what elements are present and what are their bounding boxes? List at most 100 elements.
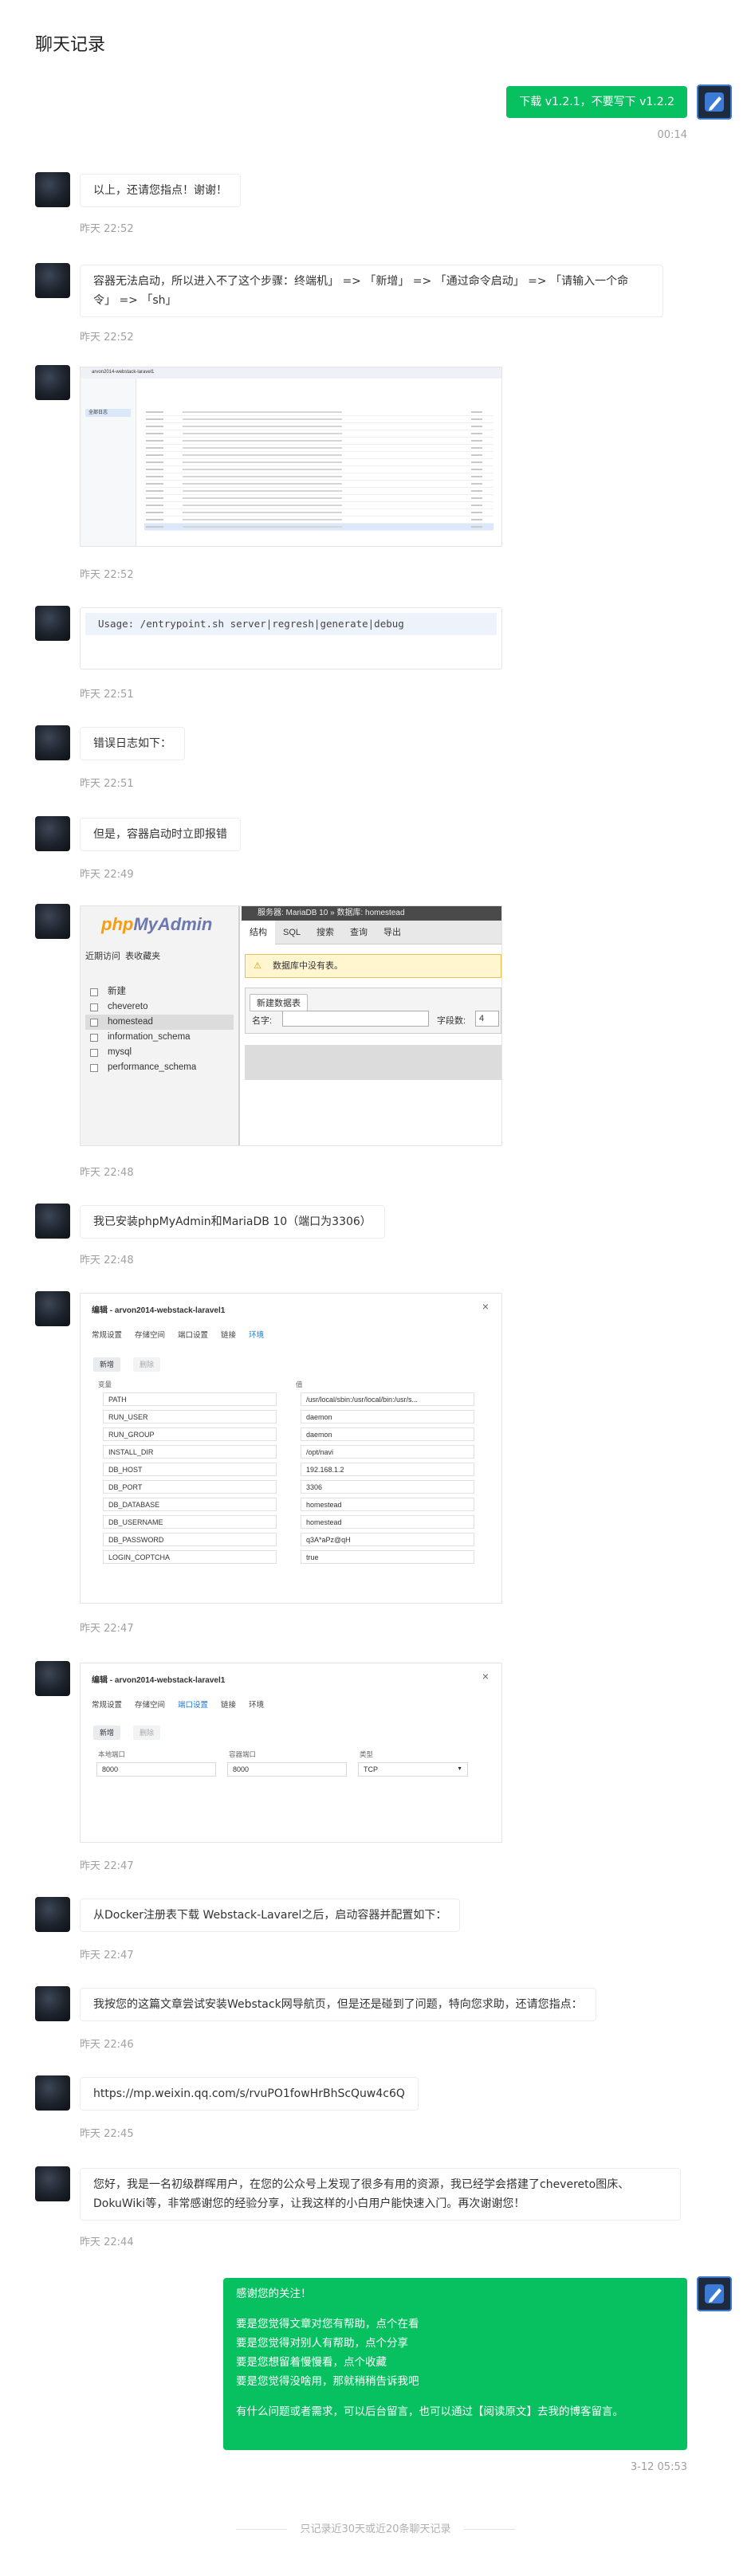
env-value[interactable]: homestead bbox=[301, 1515, 474, 1529]
env-variable[interactable]: RUN_USER bbox=[103, 1410, 277, 1423]
contact-avatar[interactable] bbox=[35, 1661, 70, 1696]
env-value[interactable]: /opt/navi bbox=[301, 1445, 474, 1459]
env-value[interactable]: 3306 bbox=[301, 1480, 474, 1494]
tab-environment[interactable]: 环境 bbox=[249, 1698, 264, 1710]
env-value[interactable]: /usr/local/sbin:/usr/local/bin:/usr/s... bbox=[301, 1392, 474, 1406]
tree-item[interactable]: performance_schema bbox=[85, 1060, 234, 1075]
env-row[interactable]: DB_DATABASE homestead bbox=[95, 1498, 474, 1512]
env-row[interactable]: DB_PORT 3306 bbox=[95, 1480, 474, 1494]
env-row[interactable]: DB_PASSWORD q3A*aPz@qH bbox=[95, 1533, 474, 1547]
contact-avatar[interactable] bbox=[35, 1897, 70, 1932]
env-row[interactable]: LOGIN_COPTCHA true bbox=[95, 1550, 474, 1565]
env-variable[interactable]: DB_DATABASE bbox=[103, 1498, 277, 1511]
column-header-variable: 变量 bbox=[98, 1380, 112, 1388]
tab-links[interactable]: 链接 bbox=[221, 1698, 236, 1710]
env-value[interactable]: 192.168.1.2 bbox=[301, 1463, 474, 1476]
env-variable[interactable]: PATH bbox=[103, 1392, 277, 1406]
code-block[interactable]: Usage: /entrypoint.sh server|regresh|gen… bbox=[80, 607, 502, 670]
message-bubble[interactable]: 容器无法启动，所以进入不了这个步骤：终端机」 => 「新增」 => 「通过命令启… bbox=[80, 265, 663, 317]
env-row[interactable]: RUN_GROUP daemon bbox=[95, 1427, 474, 1442]
env-value[interactable]: daemon bbox=[301, 1410, 474, 1423]
phpmyadmin-screenshot-image[interactable]: phpMyAdmin 近期访问 表收藏夹 新建 chevereto homest… bbox=[80, 905, 502, 1146]
tab-search[interactable]: 搜索 bbox=[309, 921, 342, 944]
message-link[interactable]: https://mp.weixin.qq.com/s/rvuPO1fowHrBh… bbox=[80, 2077, 419, 2111]
type-select[interactable]: TCP ▼ bbox=[358, 1762, 468, 1777]
tree-item[interactable]: chevereto bbox=[85, 999, 234, 1015]
contact-avatar[interactable] bbox=[35, 1986, 70, 2021]
message-bubble[interactable]: 下载 v1.2.1，不要写下 v1.2.2 bbox=[506, 86, 687, 118]
env-variable[interactable]: DB_USERNAME bbox=[103, 1515, 277, 1529]
log-row bbox=[144, 416, 493, 423]
contact-avatar[interactable] bbox=[35, 2075, 70, 2111]
tab-sql[interactable]: SQL bbox=[275, 921, 309, 944]
delete-button[interactable]: 删除 bbox=[133, 1726, 161, 1740]
container-port-input[interactable]: 8000 bbox=[227, 1762, 347, 1777]
port-dialog-screenshot-image[interactable]: 编辑 - arvon2014-webstack-laravel1 × 常规设置 … bbox=[80, 1663, 502, 1843]
log-sidebar-item[interactable]: 全部日志 bbox=[85, 409, 131, 417]
env-row[interactable]: PATH/usr/local/sbin:/usr/local/bin:/usr/… bbox=[95, 1392, 474, 1407]
message-bubble[interactable]: 您好，我是一名初级群晖用户，在您的公众号上发现了很多有用的资源，我已经学会搭建了… bbox=[80, 2168, 681, 2221]
tree-item[interactable]: information_schema bbox=[85, 1030, 234, 1045]
add-button[interactable]: 新增 bbox=[93, 1357, 121, 1372]
message-bubble[interactable]: 以上，还请您指点！谢谢！ bbox=[80, 174, 241, 207]
contact-avatar[interactable] bbox=[35, 365, 70, 400]
table-name-input[interactable] bbox=[282, 1011, 429, 1027]
env-value[interactable]: true bbox=[301, 1550, 474, 1564]
contact-avatar[interactable] bbox=[35, 904, 70, 939]
tab-general[interactable]: 常规设置 bbox=[92, 1329, 122, 1340]
contact-avatar[interactable] bbox=[35, 172, 70, 207]
add-button[interactable]: 新增 bbox=[93, 1726, 121, 1740]
env-row[interactable]: RUN_USER daemon bbox=[95, 1410, 474, 1424]
tab-links[interactable]: 链接 bbox=[221, 1329, 236, 1340]
tab-environment[interactable]: 环境 bbox=[249, 1329, 264, 1340]
pma-recent-link[interactable]: 近期访问 表收藏夹 bbox=[85, 949, 160, 962]
tab-ports[interactable]: 端口设置 bbox=[178, 1329, 208, 1340]
contact-avatar[interactable] bbox=[35, 606, 70, 641]
env-row[interactable]: DB_USERNAME homestead bbox=[95, 1515, 474, 1530]
env-variable[interactable]: DB_PASSWORD bbox=[103, 1533, 277, 1546]
self-avatar[interactable] bbox=[697, 84, 732, 120]
env-variable[interactable]: DB_HOST bbox=[103, 1463, 277, 1476]
message-bubble[interactable]: 但是，容器启动时立即报错 bbox=[80, 818, 241, 851]
tree-item[interactable]: 新建 bbox=[85, 984, 234, 999]
tab-storage[interactable]: 存储空间 bbox=[135, 1698, 165, 1710]
self-avatar[interactable] bbox=[697, 2276, 732, 2311]
message-bubble[interactable]: 我已安装phpMyAdmin和MariaDB 10（端口为3306） bbox=[80, 1205, 385, 1239]
env-variable[interactable]: RUN_GROUP bbox=[103, 1427, 277, 1441]
contact-avatar[interactable] bbox=[35, 2166, 70, 2201]
env-value[interactable]: q3A*aPz@qH bbox=[301, 1533, 474, 1546]
tab-structure[interactable]: 结构 bbox=[242, 921, 275, 944]
tab-export[interactable]: 导出 bbox=[376, 921, 409, 944]
env-variable[interactable]: LOGIN_COPTCHA bbox=[103, 1550, 277, 1564]
close-icon[interactable]: × bbox=[482, 1670, 489, 1683]
delete-button[interactable]: 删除 bbox=[133, 1357, 161, 1372]
message-bubble[interactable]: 感谢您的关注！ 要是您觉得文章对您有帮助，点个在看 要是您觉得对别人有帮助，点个… bbox=[223, 2278, 687, 2450]
local-port-input[interactable]: 8000 bbox=[96, 1762, 216, 1777]
env-row[interactable]: INSTALL_DIR/opt/navi bbox=[95, 1445, 474, 1459]
tab-storage[interactable]: 存储空间 bbox=[135, 1329, 165, 1340]
env-variable[interactable]: DB_PORT bbox=[103, 1480, 277, 1494]
message-bubble[interactable]: 从Docker注册表下载 Webstack-Lavarel之后，启动容器并配置如… bbox=[80, 1899, 461, 1932]
env-variable[interactable]: INSTALL_DIR bbox=[103, 1445, 277, 1459]
log-screenshot-image[interactable]: arvon2014-webstack-laravel1 全部日志 bbox=[80, 367, 502, 547]
tab-query[interactable]: 查询 bbox=[342, 921, 376, 944]
log-row bbox=[144, 430, 493, 438]
contact-avatar[interactable] bbox=[35, 263, 70, 298]
tree-item-selected[interactable]: homestead bbox=[85, 1015, 234, 1030]
contact-avatar[interactable] bbox=[35, 725, 70, 760]
message-bubble[interactable]: 错误日志如下： bbox=[80, 727, 185, 760]
tab-general[interactable]: 常规设置 bbox=[92, 1698, 122, 1710]
env-value[interactable]: homestead bbox=[301, 1498, 474, 1511]
env-value[interactable]: daemon bbox=[301, 1427, 474, 1441]
env-row[interactable]: DB_HOST 192.168.1.2 bbox=[95, 1463, 474, 1477]
fields-input[interactable]: 4 bbox=[475, 1011, 499, 1027]
contact-avatar[interactable] bbox=[35, 1204, 70, 1239]
bubble-line: 感谢您的关注！ bbox=[236, 2287, 312, 2300]
message-bubble[interactable]: 我按您的这篇文章尝试安装Webstack网导航页，但是还是碰到了问题，特向您求助… bbox=[80, 1988, 596, 2021]
tab-ports[interactable]: 端口设置 bbox=[178, 1698, 208, 1710]
env-dialog-screenshot-image[interactable]: 编辑 - arvon2014-webstack-laravel1 × 常规设置 … bbox=[80, 1293, 502, 1604]
tree-item[interactable]: mysql bbox=[85, 1045, 234, 1060]
contact-avatar[interactable] bbox=[35, 816, 70, 851]
contact-avatar[interactable] bbox=[35, 1291, 70, 1326]
close-icon[interactable]: × bbox=[482, 1300, 489, 1313]
